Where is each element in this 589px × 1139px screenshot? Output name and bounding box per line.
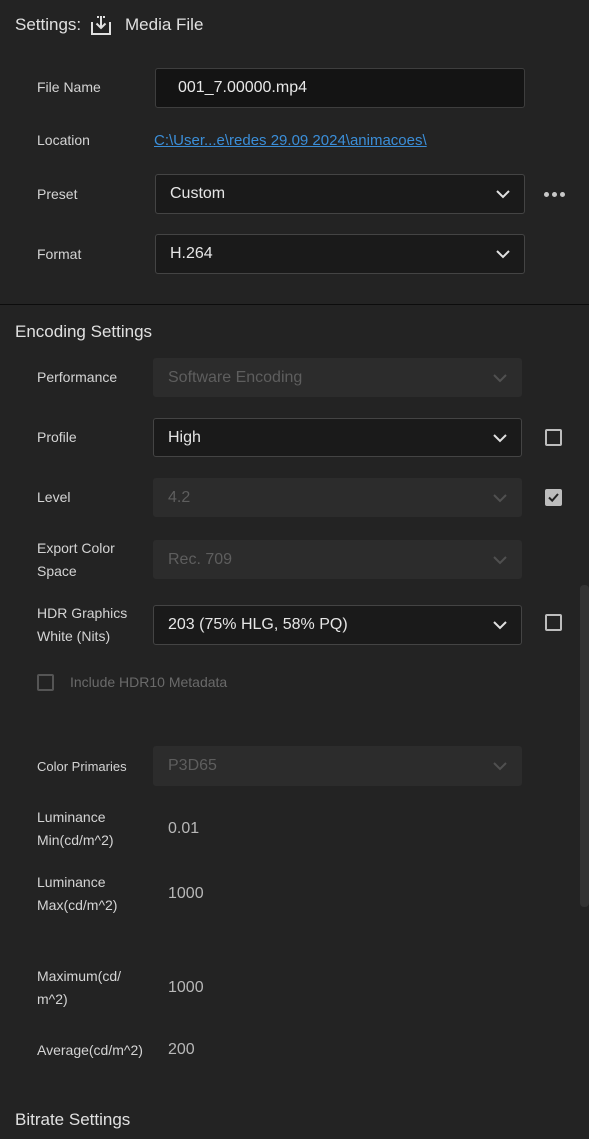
hdr-graphics-white-value: 203 (75% HLG, 58% PQ) — [168, 616, 348, 633]
color-primaries-label: Color Primaries — [37, 759, 127, 774]
level-override-checkbox[interactable] — [545, 489, 562, 506]
chevron-down-icon — [493, 373, 507, 382]
maximum-cll-label: Maximum(cd/ m^2) — [37, 965, 121, 1011]
hdr-graphics-white-label-line2: White (Nits) — [37, 628, 111, 644]
chevron-down-icon — [493, 555, 507, 564]
file-name-input[interactable]: 001_7.00000.mp4 — [155, 68, 525, 108]
average-fall-label: Average(cd/m^2) — [37, 1042, 143, 1058]
chevron-down-icon — [493, 493, 507, 502]
format-value: H.264 — [170, 245, 213, 262]
hdr-graphics-white-label-line1: HDR Graphics — [37, 605, 128, 621]
luminance-min-value[interactable]: 0.01 — [168, 820, 199, 838]
chevron-down-icon — [496, 190, 510, 199]
chevron-down-icon — [493, 762, 507, 771]
luminance-max-label-line2: Max(cd/m^2) — [37, 897, 118, 913]
maximum-cll-label-line2: m^2) — [37, 991, 68, 1007]
format-label: Format — [37, 246, 82, 262]
preset-label: Preset — [37, 186, 78, 202]
performance-dropdown: Software Encoding — [153, 358, 522, 397]
export-color-space-value: Rec. 709 — [168, 550, 233, 568]
format-dropdown[interactable]: H.264 — [155, 234, 525, 274]
vertical-scrollbar[interactable] — [580, 585, 589, 907]
luminance-min-label-line1: Luminance — [37, 809, 106, 825]
location-link[interactable]: C:\User...e\redes 29.09 2024\animacoes\ — [154, 132, 427, 149]
include-hdr10-metadata-checkbox — [37, 674, 54, 691]
level-label: Level — [37, 489, 71, 505]
profile-value: High — [168, 428, 201, 446]
hdr-graphics-white-label: HDR Graphics White (Nits) — [37, 602, 127, 648]
level-value: 4.2 — [168, 488, 191, 506]
color-primaries-value: P3D65 — [168, 757, 217, 774]
luminance-min-label-line2: Min(cd/m^2) — [37, 832, 114, 848]
average-fall-value[interactable]: 200 — [168, 1041, 195, 1059]
export-color-space-dropdown: Rec. 709 — [153, 540, 522, 579]
profile-dropdown[interactable]: High — [153, 418, 522, 457]
export-settings-panel: Settings: Media File File Name 001_7.000… — [0, 0, 589, 1139]
settings-heading: Settings: — [15, 15, 82, 34]
section-divider — [0, 304, 589, 305]
include-hdr10-metadata-label: Include HDR10 Metadata — [70, 674, 228, 690]
media-file-title: Media File — [125, 15, 204, 34]
performance-label: Performance — [37, 369, 118, 385]
maximum-cll-value[interactable]: 1000 — [168, 979, 204, 997]
preset-dropdown[interactable]: Custom — [155, 174, 525, 214]
hdr-graphics-white-dropdown[interactable]: 203 (75% HLG, 58% PQ) — [153, 605, 522, 645]
hdr-white-override-checkbox[interactable] — [545, 614, 562, 631]
location-label: Location — [37, 132, 90, 148]
chevron-down-icon — [496, 250, 510, 259]
profile-override-checkbox[interactable] — [545, 429, 562, 446]
checkmark-icon — [548, 493, 559, 503]
level-dropdown: 4.2 — [153, 478, 522, 517]
luminance-min-label: Luminance Min(cd/m^2) — [37, 806, 114, 852]
profile-label: Profile — [37, 429, 77, 445]
chevron-down-icon — [493, 621, 507, 630]
export-download-icon — [91, 16, 111, 35]
export-color-space-label-line1: Export Color — [37, 540, 115, 556]
luminance-max-value[interactable]: 1000 — [168, 885, 204, 903]
more-horizontal-icon[interactable] — [544, 185, 566, 203]
maximum-cll-label-line1: Maximum(cd/ — [37, 968, 122, 984]
bitrate-settings-heading[interactable]: Bitrate Settings — [15, 1110, 130, 1130]
color-primaries-dropdown: P3D65 — [153, 746, 522, 786]
chevron-down-icon — [493, 433, 507, 442]
file-name-label: File Name — [37, 79, 101, 95]
export-color-space-label: Export Color Space — [37, 537, 115, 583]
preset-value: Custom — [170, 185, 226, 202]
encoding-settings-heading[interactable]: Encoding Settings — [15, 322, 152, 342]
luminance-max-label-line1: Luminance — [37, 874, 106, 890]
performance-value: Software Encoding — [168, 368, 303, 386]
luminance-max-label: Luminance Max(cd/m^2) — [37, 871, 117, 917]
export-color-space-label-line2: Space — [37, 563, 77, 579]
